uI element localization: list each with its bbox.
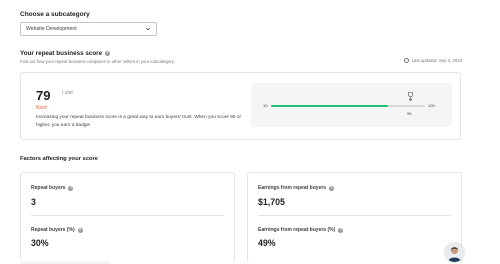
factor-value: 3 xyxy=(31,197,36,207)
factor-label: Earnings from repeat buyers (%) ? xyxy=(258,227,344,233)
gauge-track xyxy=(271,105,425,108)
factors-card-buyers: Repeat buyers ? 3 Repeat buyers (%) ? 30… xyxy=(20,172,235,263)
gauge-fill xyxy=(271,105,389,108)
subcategory-select[interactable]: Website Development xyxy=(20,22,157,36)
last-updated-text: Last updated: Sep 3, 2023 xyxy=(411,58,462,63)
score-explanation: Increasing your repeat business score is… xyxy=(36,115,242,128)
factor-label-text: Repeat buyers xyxy=(31,185,66,191)
factor-label-text: Earnings from repeat buyers (%) xyxy=(258,227,336,233)
factor-value: $1,705 xyxy=(258,197,285,207)
gauge-target-label: 95 xyxy=(407,111,412,116)
repeat-score-title-text: Your repeat business score xyxy=(20,50,103,57)
subcategory-heading: Choose a subcategory xyxy=(20,11,90,18)
divider xyxy=(258,215,451,216)
divider xyxy=(31,215,224,216)
gauge-max-label: 100 xyxy=(428,103,435,108)
factor-label: Earnings from repeat buyers ? xyxy=(258,185,335,191)
factors-card-earnings: Earnings from repeat buyers ? $1,705 Ear… xyxy=(247,172,462,263)
factor-label-text: Repeat buyers (%) xyxy=(31,227,75,233)
repeat-score-title: Your repeat business score ? xyxy=(20,50,111,57)
repeat-score-description: Find out how your repeat business compar… xyxy=(20,59,175,64)
cut-off-content xyxy=(20,259,110,264)
factor-label-text: Earnings from repeat buyers xyxy=(258,185,327,191)
score-card: 79 / 100 Nice! Increasing your repeat bu… xyxy=(20,72,461,140)
info-icon[interactable]: ? xyxy=(329,185,335,191)
gauge-min-label: 10 xyxy=(263,103,268,108)
score-max: / 100 xyxy=(62,91,73,96)
avatar[interactable] xyxy=(445,243,464,262)
factor-value: 30% xyxy=(31,238,49,248)
subcategory-selected-value: Website Development xyxy=(26,26,77,32)
score-rating: Nice! xyxy=(36,105,48,111)
info-icon[interactable]: ? xyxy=(338,227,344,233)
last-updated: Last updated: Sep 3, 2023 xyxy=(403,58,462,63)
chevron-down-icon xyxy=(145,27,151,31)
factor-label: Repeat buyers ? xyxy=(31,185,74,191)
avatar-image xyxy=(445,243,464,262)
score-gauge: 10 100 95 xyxy=(251,83,452,127)
factors-title: Factors affecting your score xyxy=(20,156,98,162)
info-icon[interactable]: ? xyxy=(68,185,74,191)
clock-icon xyxy=(403,58,409,63)
info-icon[interactable]: ? xyxy=(105,51,111,56)
factor-label: Repeat buyers (%) ? xyxy=(31,227,83,233)
score-value: 79 xyxy=(36,88,51,103)
factor-value: 49% xyxy=(258,238,276,248)
trophy-icon xyxy=(408,92,413,101)
info-icon[interactable]: ? xyxy=(77,227,83,233)
